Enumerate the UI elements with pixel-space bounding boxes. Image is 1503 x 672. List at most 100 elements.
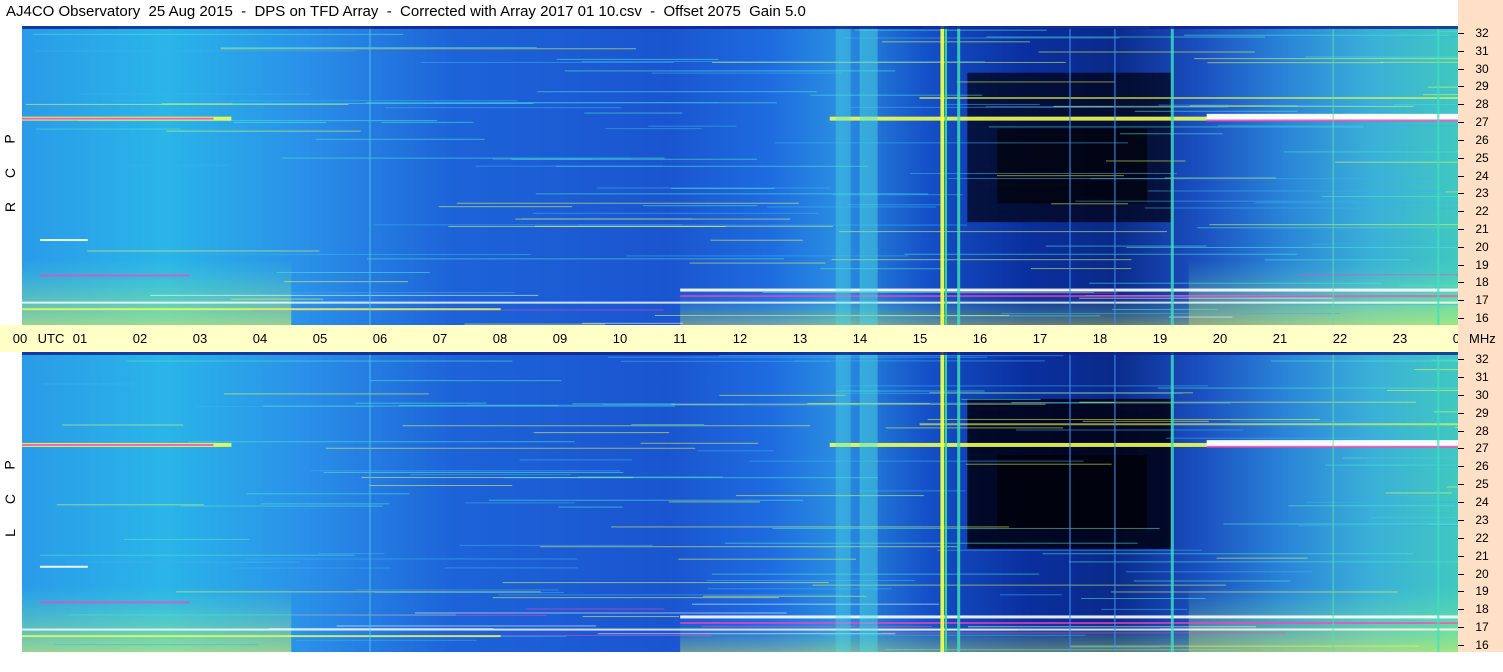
freq-tick-label: 29 [1475,405,1489,420]
freq-tick-label: 20 [1475,239,1489,254]
interference-streak [1407,36,1458,38]
interference-streak [1422,91,1458,93]
interference-streak [1070,645,1420,647]
low-band-wash [22,487,292,652]
interference-streak [1216,557,1308,559]
utc-tick-label: 09 [552,331,568,346]
interference-streak [909,172,1177,174]
freq-tick-mark [1458,394,1464,396]
interference-streak [410,474,571,476]
interference-streak [150,294,539,296]
freq-tick-label: 25 [1475,477,1489,492]
broadband-interference [1332,26,1335,325]
interference-streak [1079,297,1333,299]
interference-streak [180,505,383,507]
interference-streak [414,612,787,614]
interference-streak [766,206,937,208]
interference-streak [748,460,1084,462]
interference-streak [725,542,1138,544]
interference-streak [124,538,250,540]
freq-tick-mark [1458,246,1464,248]
spectrogram-lcp [22,352,1458,652]
interference-streak [1437,30,1458,32]
interference-streak [39,274,190,277]
freq-tick-label: 27 [1475,115,1489,130]
interference-streak [1144,207,1458,209]
interference-streak [885,427,1064,429]
interference-streak [1030,268,1132,270]
broadband-interference [957,26,961,325]
interference-streak [245,558,579,560]
interference-streak [651,72,843,74]
broadband-interference [1069,352,1071,652]
rcp-label: P C R [0,122,20,224]
interference-streak [373,224,683,226]
interference-streak [87,250,320,252]
interference-streak [282,157,665,159]
interference-streak [261,292,516,294]
interference-streak [1126,246,1458,248]
broadband-interference [369,26,371,325]
interference-streak [1126,571,1313,573]
low-band-wash [22,160,292,325]
interference-streak [1288,505,1455,507]
band-17mhz [22,635,501,638]
interference-streak [841,385,1209,387]
utc-tick-label: 00 [12,331,28,346]
spectrogram-rcp [22,26,1458,325]
freq-tick-mark [1458,104,1464,106]
interference-streak [233,121,327,123]
freq-tick-mark [1458,591,1464,593]
broadband-interference [1437,26,1440,325]
broadband-interference [957,352,961,652]
interference-streak [79,93,311,95]
freq-tick-mark [1458,282,1464,284]
interference-streak [40,554,355,556]
interference-streak [192,253,532,255]
freq-tick-mark [1458,211,1464,213]
interference-streak [1398,285,1458,287]
interference-streak [438,206,573,208]
interference-streak [1111,309,1218,311]
interference-streak [1133,580,1291,582]
utc-unit-label: UTC [37,331,65,346]
freq-tick-mark [1458,318,1464,319]
interference-streak [1298,274,1458,276]
freq-tick-mark [1458,376,1464,378]
freq-tick-label: 32 [1475,26,1489,40]
broadband-interference [944,26,948,325]
bottom-strip [0,652,1503,672]
freq-tick-mark [1458,609,1464,611]
interference-streak [941,103,1040,105]
interference-streak [1393,104,1458,106]
low-band-wash [680,577,1189,652]
interference-streak [1361,457,1458,459]
utc-tick-label: 14 [852,331,868,346]
interference-streak [532,212,819,214]
utc-tick-label: 21 [1272,331,1288,346]
broadband-interference [1170,352,1174,652]
interference-streak [355,402,487,404]
freq-tick-mark [1458,627,1464,629]
freq-tick-mark [1458,122,1464,124]
utc-tick-label: 15 [912,331,928,346]
interference-streak [537,91,817,93]
interference-streak [234,567,391,569]
freq-tick-mark [1458,50,1464,52]
interference-streak [1414,369,1458,371]
interference-streak [607,356,988,358]
utc-tick-label: 16 [972,331,988,346]
freq-tick-mark [1458,484,1464,486]
freq-tick-mark [1458,645,1464,646]
interference-streak [794,360,1046,362]
utc-tick-label: 23 [1392,331,1408,346]
freq-tick-mark [1458,412,1464,414]
broadband-interference [859,26,878,325]
interference-streak [540,546,958,548]
interference-streak [310,470,621,472]
freq-tick-label: 30 [1475,61,1489,76]
freq-tick-label: 25 [1475,150,1489,165]
interference-streak [1051,203,1129,205]
freq-tick-label: 19 [1475,584,1489,599]
interference-streak [1305,56,1458,58]
